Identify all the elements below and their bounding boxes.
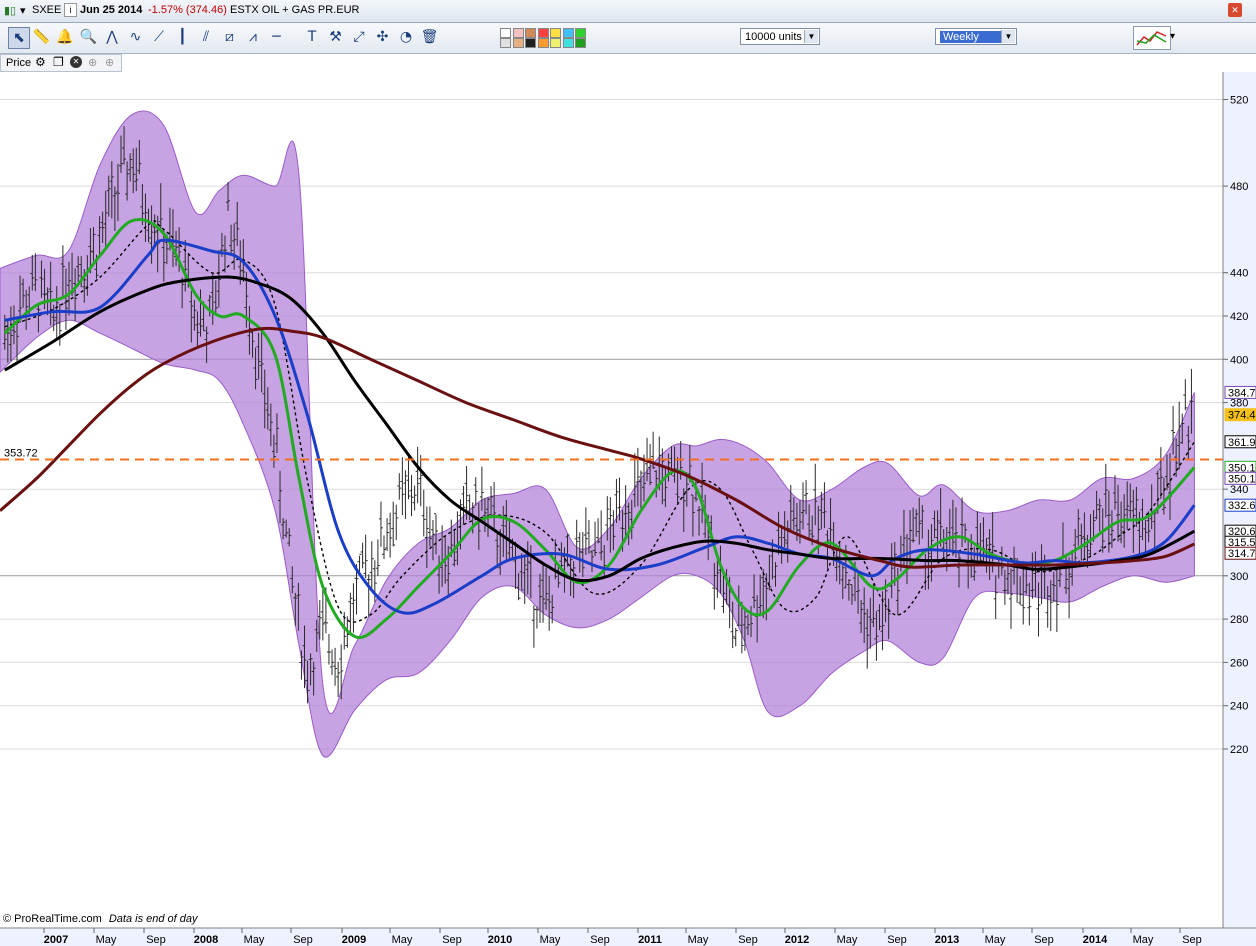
y-tick-label: 300 — [1230, 571, 1248, 583]
price-chart: 353.72 220240260280300340380400420440480… — [0, 72, 1256, 946]
credit-text: © ProRealTime.com — [3, 913, 102, 925]
x-tick-label: May — [688, 934, 709, 946]
y-tick-label: 440 — [1230, 268, 1248, 280]
y-tick-label: 480 — [1230, 181, 1248, 193]
value-tag-text: 374.4 — [1228, 410, 1256, 422]
value-tag: 332.6 — [1224, 498, 1256, 512]
x-tick-label: Sep — [887, 934, 907, 946]
value-tag: 350.1 — [1224, 471, 1256, 485]
x-tick-label: 2008 — [194, 934, 218, 946]
x-tick-label: May — [837, 934, 858, 946]
x-tick-label: Sep — [738, 934, 758, 946]
x-tick-label: Sep — [590, 934, 610, 946]
y-tick-label: 240 — [1230, 701, 1248, 713]
x-tick-label: Sep — [146, 934, 166, 946]
y-tick-label: 280 — [1230, 614, 1248, 626]
value-tag: 314.7 — [1224, 546, 1256, 560]
x-tick-label: 2012 — [785, 934, 809, 946]
y-tick-label: 420 — [1230, 311, 1248, 323]
x-tick-label: May — [244, 934, 265, 946]
x-tick-label: Sep — [1034, 934, 1054, 946]
data-note: Data is end of day — [108, 913, 198, 925]
x-tick-label: 2010 — [488, 934, 512, 946]
value-tag: 384.7 — [1224, 385, 1256, 399]
x-tick-label: 2011 — [638, 934, 662, 946]
y-tick-label: 520 — [1230, 94, 1248, 106]
y-tick-label: 260 — [1230, 657, 1248, 669]
x-tick-label: May — [96, 934, 117, 946]
value-tag-text: 332.6 — [1228, 500, 1256, 512]
x-tick-label: Sep — [442, 934, 462, 946]
x-tick-label: Sep — [1182, 934, 1202, 946]
x-tick-label: 2014 — [1083, 934, 1108, 946]
y-tick-label: 220 — [1230, 744, 1248, 756]
footer: © ProRealTime.com Data is end of day — [3, 913, 198, 925]
x-tick-label: May — [1133, 934, 1154, 946]
value-tag-text: 314.7 — [1228, 548, 1256, 560]
reference-label: 353.72 — [4, 447, 38, 459]
x-tick-label: May — [392, 934, 413, 946]
value-labels: 384.7374.4361.9350.1350.1332.6320.6315.5… — [1224, 385, 1256, 560]
x-tick-label: May — [540, 934, 561, 946]
value-tag-text: 384.7 — [1228, 387, 1256, 399]
value-tag: 361.9 — [1224, 435, 1256, 449]
value-tag-text: 361.9 — [1228, 437, 1256, 449]
x-tick-label: Sep — [293, 934, 313, 946]
value-tag: 374.4 — [1224, 408, 1256, 422]
x-tick-label: 2013 — [935, 934, 959, 946]
value-tag-text: 350.1 — [1228, 473, 1256, 485]
y-tick-label: 340 — [1230, 484, 1248, 496]
x-tick-label: 2009 — [342, 934, 366, 946]
x-tick-label: May — [985, 934, 1006, 946]
x-tick-label: 2007 — [44, 934, 68, 946]
y-tick-label: 400 — [1230, 354, 1248, 366]
x-axis-area — [0, 928, 1256, 946]
